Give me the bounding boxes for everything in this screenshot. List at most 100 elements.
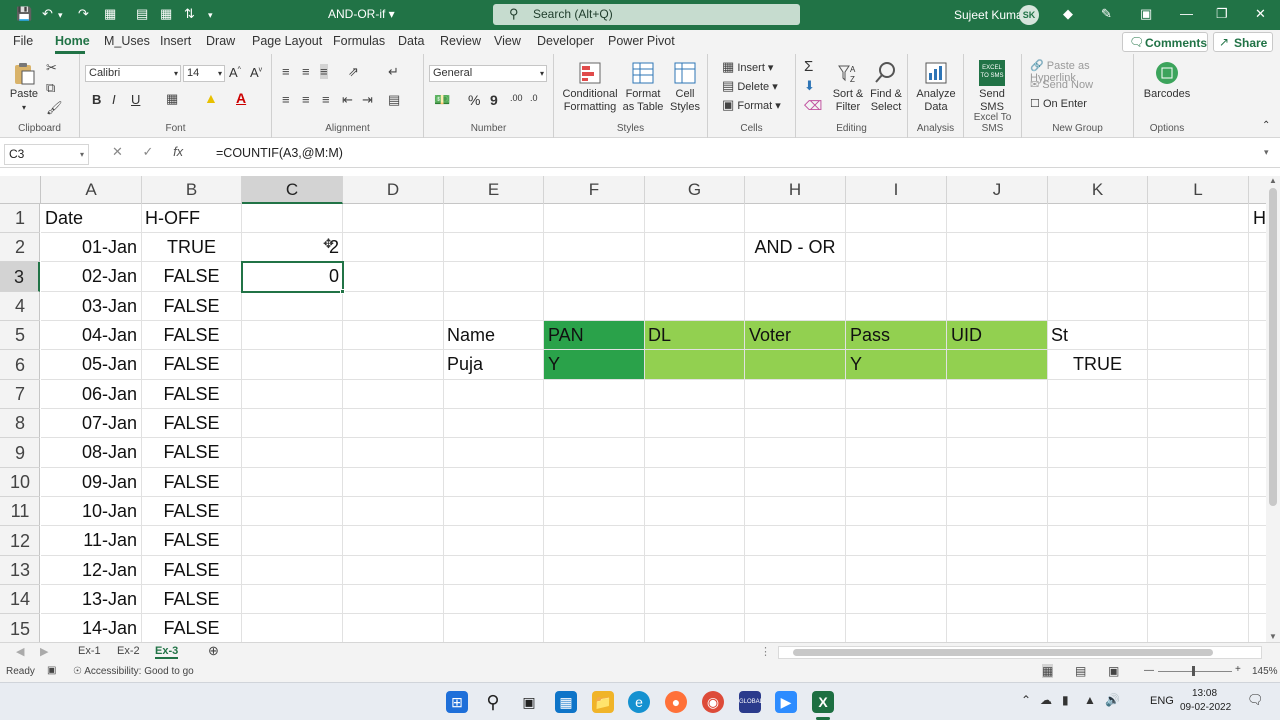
cell-j5[interactable]: UID <box>951 321 982 350</box>
zoom-app-icon[interactable]: ▶ <box>775 691 797 713</box>
battery-icon[interactable]: ▮ <box>1062 693 1069 707</box>
scroll-down-icon[interactable]: ▼ <box>1269 632 1277 641</box>
sheet-tab-ex-1[interactable]: Ex-1 <box>78 645 101 657</box>
cell-b7[interactable]: FALSE <box>142 380 241 409</box>
row-header[interactable]: 7 <box>0 380 40 409</box>
column-header-h[interactable]: H <box>745 176 846 204</box>
tab-data[interactable]: Data <box>398 34 424 48</box>
undo-icon[interactable]: ↶ <box>42 6 53 22</box>
italic-icon[interactable]: I <box>112 92 116 107</box>
cell-a13[interactable]: 12-Jan <box>41 556 137 585</box>
font-color-icon[interactable]: A <box>236 90 246 106</box>
normal-view-icon[interactable]: ▦ <box>1042 664 1054 678</box>
comments-button[interactable]: 🗨 Comments <box>1122 32 1208 52</box>
clear-icon[interactable]: ⌫ <box>804 98 822 114</box>
sheet-tab-ex-3[interactable]: Ex-3 <box>155 645 179 659</box>
page-break-view-icon[interactable]: ▣ <box>1108 664 1119 678</box>
row-header[interactable]: 1 <box>0 204 40 233</box>
align-middle-icon[interactable]: ≡ <box>302 64 310 79</box>
column-header-a[interactable]: A <box>41 176 142 204</box>
sheet-bar-splitter-icon[interactable]: ⋮ <box>760 645 771 658</box>
tab-review[interactable]: Review <box>440 34 481 48</box>
save-icon[interactable]: 💾 <box>16 6 32 22</box>
task-view-icon[interactable]: ▣ <box>518 691 540 713</box>
cell-a14[interactable]: 13-Jan <box>41 585 137 614</box>
undo-dropdown-icon[interactable]: ▾ <box>58 10 63 21</box>
number-format-box[interactable]: General ▾ <box>429 65 547 82</box>
cell-a1[interactable]: Date <box>45 204 83 233</box>
cell-a10[interactable]: 09-Jan <box>41 468 137 497</box>
scroll-up-icon[interactable]: ▲ <box>1269 176 1277 185</box>
close-icon[interactable]: ✕ <box>1255 6 1266 22</box>
cell-a3[interactable]: 02-Jan <box>41 262 137 291</box>
file-explorer-icon[interactable]: 📁 <box>592 691 614 713</box>
maximize-icon[interactable]: ❐ <box>1216 6 1228 22</box>
fill-icon[interactable]: ⬇ <box>804 78 815 94</box>
send-now-button[interactable]: ✉ Send Now <box>1030 78 1093 91</box>
tab-formulas[interactable]: Formulas <box>333 34 385 48</box>
cell-b14[interactable]: FALSE <box>142 585 241 614</box>
cell-i5[interactable]: Pass <box>850 321 890 350</box>
cell-m1[interactable]: H <box>1253 204 1266 233</box>
horizontal-scrollbar[interactable] <box>778 646 1262 659</box>
insert-cells-button[interactable]: ▦ Insert ▾ <box>722 59 773 75</box>
fill-handle[interactable] <box>340 289 345 294</box>
barcodes-button[interactable]: Barcodes <box>1142 60 1192 101</box>
clock-time[interactable]: 13:08 <box>1192 688 1217 699</box>
on-enter-button[interactable]: ☐ On Enter <box>1030 97 1087 110</box>
diamond-icon[interactable]: ◆ <box>1063 6 1073 22</box>
table-icon[interactable]: ▦ <box>160 6 172 22</box>
tab-draw[interactable]: Draw <box>206 34 235 48</box>
zoom-slider[interactable] <box>1158 671 1232 672</box>
analyze-data-button[interactable]: Analyze Data <box>916 60 956 114</box>
fill-color-icon[interactable]: ▲ <box>204 90 218 106</box>
ribbon-display-icon[interactable]: ▣ <box>1140 6 1152 22</box>
cell-a2[interactable]: 01-Jan <box>41 233 137 262</box>
cloud-icon[interactable]: ☁ <box>1040 693 1052 707</box>
tab-power-pivot[interactable]: Power Pivot <box>608 34 675 48</box>
clock-date[interactable]: 09-02-2022 <box>1180 702 1231 713</box>
sheet-tab-ex-2[interactable]: Ex-2 <box>117 645 140 657</box>
collapse-ribbon-icon[interactable]: ⌃ <box>1262 120 1270 131</box>
insert-function-icon[interactable]: fx <box>173 144 183 159</box>
vertical-scroll-thumb[interactable] <box>1269 188 1277 506</box>
formula-input[interactable]: =COUNTIF(A3,@M:M) <box>216 146 343 160</box>
cell-a15[interactable]: 14-Jan <box>41 614 137 643</box>
zoom-in-icon[interactable]: + <box>1235 664 1241 675</box>
align-left-icon[interactable]: ≡ <box>282 92 290 107</box>
align-top-icon[interactable]: ≡ <box>282 64 290 79</box>
increase-decimal-icon[interactable]: .00 <box>510 93 523 103</box>
edge-icon[interactable]: e <box>628 691 650 713</box>
cell-f6[interactable]: Y <box>548 350 560 379</box>
vertical-scrollbar[interactable]: ▲ ▼ <box>1266 176 1280 644</box>
next-sheet-icon[interactable]: ▶ <box>40 645 48 658</box>
firefox-icon[interactable]: ● <box>665 691 687 713</box>
expand-formula-icon[interactable]: ▾ <box>1264 147 1269 158</box>
windows-start-icon[interactable]: ⊞ <box>446 691 468 713</box>
zoom-level[interactable]: 145% <box>1252 666 1278 677</box>
merge-center-icon[interactable]: ▤ <box>388 92 400 108</box>
row-header[interactable]: 9 <box>0 438 40 468</box>
column-header-f[interactable]: F <box>544 176 645 204</box>
wrap-text-icon[interactable]: ↵ <box>388 64 399 80</box>
sort-asc-icon[interactable]: ⇅ <box>184 6 195 22</box>
cell-b4[interactable]: FALSE <box>142 292 241 321</box>
cell-b13[interactable]: FALSE <box>142 556 241 585</box>
tab-insert[interactable]: Insert <box>160 34 191 48</box>
autosum-icon[interactable]: Σ <box>804 58 813 75</box>
cell-b1[interactable]: H-OFF <box>145 204 200 233</box>
borders-icon[interactable]: ▦ <box>104 6 116 22</box>
column-header-e[interactable]: E <box>444 176 544 204</box>
conditional-formatting-button[interactable]: Conditional Formatting <box>558 60 622 114</box>
form-icon[interactable]: ▤ <box>136 6 148 22</box>
cell-a5[interactable]: 04-Jan <box>41 321 137 350</box>
zoom-out-icon[interactable]: — <box>1144 665 1154 676</box>
increase-indent-icon[interactable]: ⇥ <box>362 92 373 108</box>
column-header-j[interactable]: J <box>947 176 1048 204</box>
tab-view[interactable]: View <box>494 34 521 48</box>
decrease-indent-icon[interactable]: ⇤ <box>342 92 353 108</box>
taskbar-search-icon[interactable]: ⚲ <box>482 691 504 713</box>
align-bottom-icon[interactable]: ≡ <box>320 64 328 79</box>
cell-i6[interactable]: Y <box>850 350 862 379</box>
row-header[interactable]: 12 <box>0 526 40 556</box>
